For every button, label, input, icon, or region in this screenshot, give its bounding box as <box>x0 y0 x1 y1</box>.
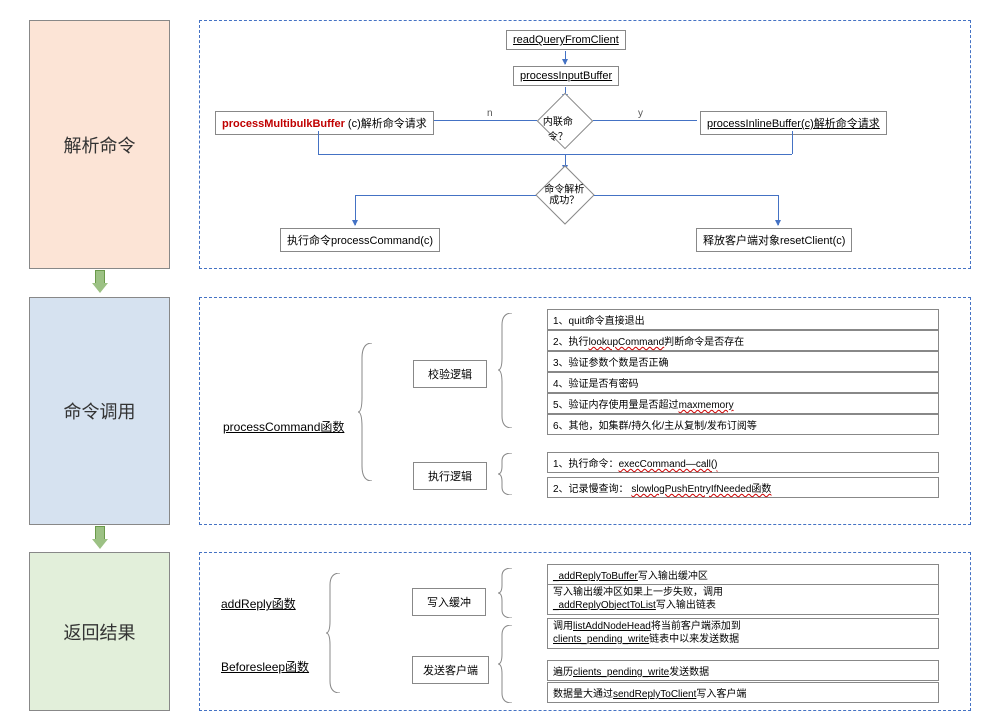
box-readquery: readQueryFromClient <box>506 30 626 50</box>
connector-arrow-2 <box>95 526 105 550</box>
arrow <box>778 195 779 225</box>
line <box>318 131 319 154</box>
item-v4: 4、验证是否有密码 <box>547 372 939 393</box>
box-writebuf: 写入缓冲 <box>412 588 486 616</box>
brace-icon <box>358 343 372 481</box>
label-beforesleep: Beforesleep函数 <box>221 658 309 675</box>
line <box>355 195 536 196</box>
item-v2: 2、执行lookupCommand判断命令是否存在 <box>547 330 939 351</box>
box-validate: 校验逻辑 <box>413 360 487 388</box>
line <box>792 131 793 154</box>
stage-parse-label: 解析命令 <box>29 20 170 269</box>
brace-icon <box>498 625 512 703</box>
label-processcommand: processCommand函数 <box>223 418 344 435</box>
box-exec: 执行命令processCommand(c) <box>280 228 440 252</box>
item-v6: 6、其他，如集群/持久化/主从复制/发布订阅等 <box>547 414 939 435</box>
box-reset: 释放客户端对象resetClient(c) <box>696 228 852 252</box>
line <box>318 154 792 155</box>
item-r3: 调用listAddNodeHead将当前客户端添加到clients_pendin… <box>547 618 939 649</box>
line <box>594 195 779 196</box>
box-processinput: processInputBuffer <box>513 66 619 86</box>
brace-icon <box>498 313 512 428</box>
box-sendclient: 发送客户端 <box>412 656 489 684</box>
brace-icon <box>326 573 340 693</box>
stage-invoke-label: 命令调用 <box>29 297 170 525</box>
arrow <box>355 195 356 225</box>
connector-arrow-1 <box>95 270 105 294</box>
item-e2: 2、记录慢查询： slowlogPushEntryIfNeeded函数 <box>547 477 939 498</box>
item-r2: 写入输出缓冲区如果上一步失败，调用_addReplyObjectToList写入… <box>547 584 939 615</box>
item-v1: 1、quit命令直接退出 <box>547 309 939 330</box>
stage-return-label: 返回结果 <box>29 552 170 711</box>
item-v3: 3、验证参数个数是否正确 <box>547 351 939 372</box>
item-r5: 数据量大通过sendReplyToClient写入客户端 <box>547 682 939 703</box>
brace-icon <box>498 453 512 495</box>
item-r1: _addReplyToBuffer写入输出缓冲区 <box>547 564 939 585</box>
label-y: y <box>638 108 643 119</box>
box-inline: processInlineBuffer(c)解析命令请求 <box>700 111 887 135</box>
brace-icon <box>498 568 512 618</box>
arrow <box>565 51 566 64</box>
box-multibulk: processMultibulkBuffer (c)解析命令请求 <box>215 111 434 135</box>
arrow <box>593 120 697 121</box>
item-r4: 遍历clients_pending_write发送数据 <box>547 660 939 681</box>
arrow <box>430 120 537 121</box>
item-v5: 5、验证内存使用量是否超过maxmemory <box>547 393 939 414</box>
label-addreply: addReply函数 <box>221 595 296 612</box>
item-e1: 1、执行命令：execCommand—call() <box>547 452 939 473</box>
box-execute: 执行逻辑 <box>413 462 487 490</box>
label-n: n <box>487 108 493 119</box>
